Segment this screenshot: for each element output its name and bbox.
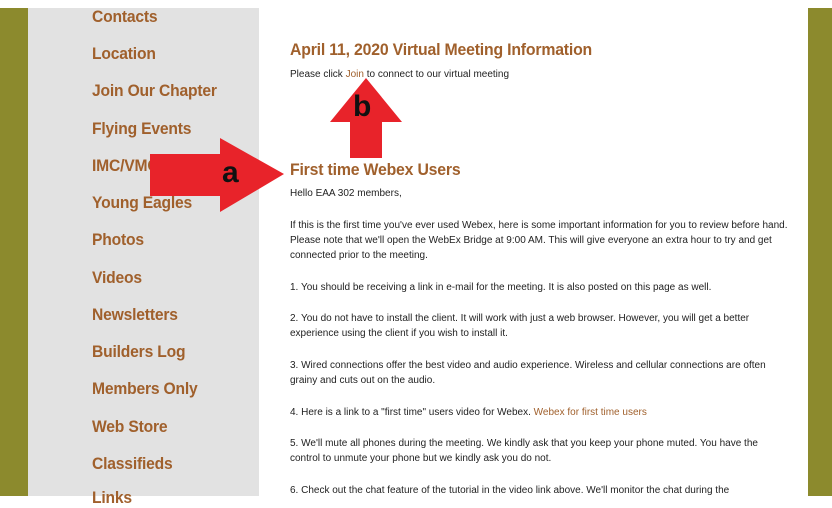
webex-first-time-link[interactable]: Webex for first time users <box>534 407 647 418</box>
greeting-text: Hello EAA 302 members, <box>290 188 402 199</box>
webex-heading: First time Webex Users <box>290 160 461 179</box>
sidebar-item-web-store[interactable]: Web Store <box>92 417 168 437</box>
item-2-text: 2. You do not have to install the client… <box>290 313 750 339</box>
sidebar-item-join-our-chapter[interactable]: Join Our Chapter <box>92 81 217 101</box>
sidebar-item-newsletters[interactable]: Newsletters <box>92 305 178 325</box>
sidebar-item-contacts[interactable]: Contacts <box>92 7 158 27</box>
intro-paragraph: If this is the first time you've ever us… <box>290 220 788 261</box>
sidebar-item-videos[interactable]: Videos <box>92 268 142 288</box>
arrow-b-label: b <box>353 90 372 123</box>
item-4-text: 4. Here is a link to a "first time" user… <box>290 405 790 420</box>
sidebar-item-builders-log[interactable]: Builders Log <box>92 342 186 362</box>
sidebar-item-classifieds[interactable]: Classifieds <box>92 454 173 474</box>
sidebar-item-location[interactable]: Location <box>92 44 156 64</box>
sidebar-item-links[interactable]: Links <box>92 488 132 508</box>
sidebar-item-flying-events[interactable]: Flying Events <box>92 119 191 139</box>
arrow-a-icon <box>150 138 284 212</box>
item-5-text: 5. We'll mute all phones during the meet… <box>290 438 758 464</box>
sidebar-item-members-only[interactable]: Members Only <box>92 379 198 399</box>
meeting-heading: April 11, 2020 Virtual Meeting Informati… <box>290 40 593 59</box>
sidebar-item-imc-vmc[interactable]: IMC/VMC <box>92 156 159 176</box>
item-3-text: 3. Wired connections offer the best vide… <box>290 360 766 386</box>
right-border <box>808 0 832 496</box>
item-4-label: 4. Here is a link to a "first time" user… <box>290 407 534 418</box>
arrow-a-label: a <box>222 156 239 189</box>
item-1-text: 1. You should be receiving a link in e-m… <box>290 282 712 293</box>
left-border <box>0 0 28 496</box>
sidebar-item-photos[interactable]: Photos <box>92 230 144 250</box>
